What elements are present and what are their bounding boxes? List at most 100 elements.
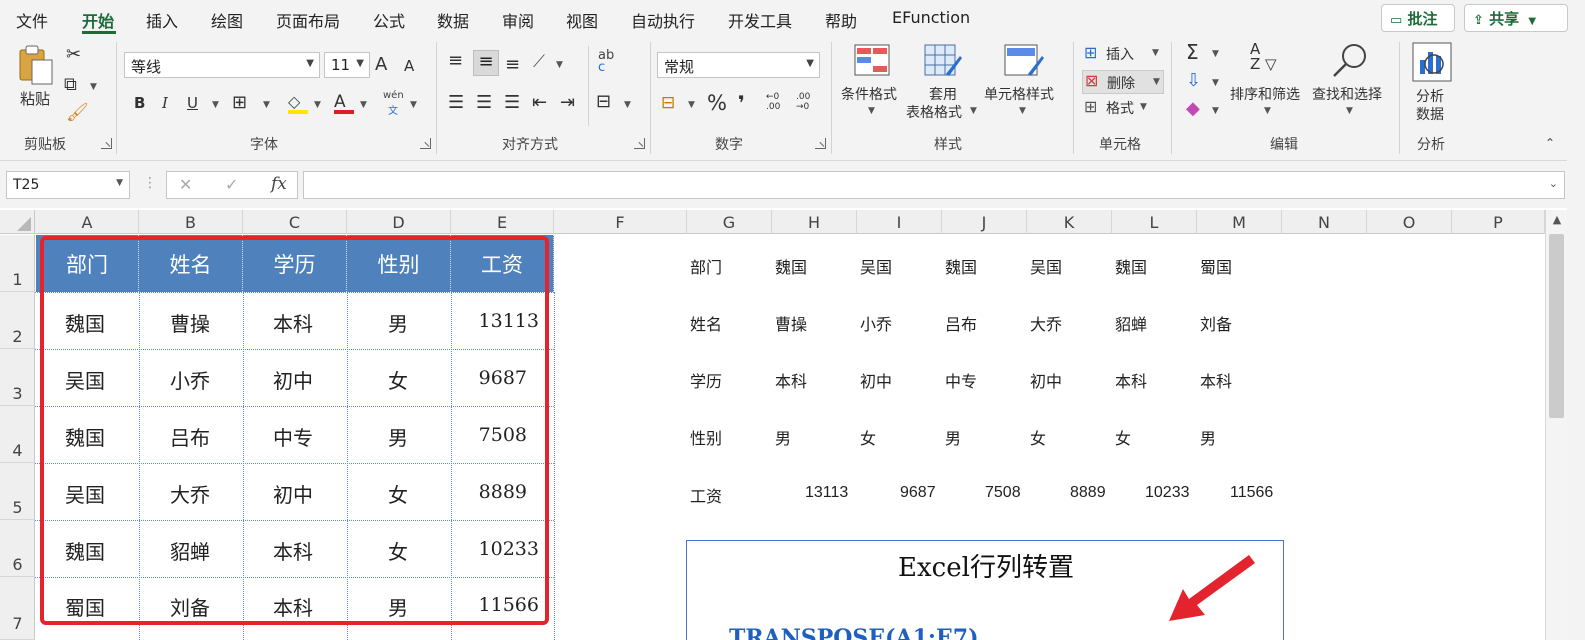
- menu-home[interactable]: 开始: [82, 8, 114, 32]
- comma-icon[interactable]: ❜: [738, 91, 745, 115]
- analyze-data-button[interactable]: 分析 数据: [1410, 42, 1456, 128]
- transposed-cell[interactable]: 女: [1030, 425, 1046, 449]
- sort-filter-button[interactable]: AZ ▽ 排序和筛选 ▼: [1230, 42, 1310, 128]
- phonetic-icon[interactable]: wén: [383, 90, 404, 101]
- chevron-down-icon[interactable]: ▼: [624, 100, 631, 110]
- menu-help[interactable]: 帮助: [825, 8, 857, 32]
- select-all-button[interactable]: [0, 210, 35, 234]
- number-format-select[interactable]: 常规 ▼: [657, 52, 820, 78]
- align-top-icon[interactable]: ≡: [448, 50, 463, 71]
- borders-icon[interactable]: ⊞: [232, 92, 247, 113]
- decrease-decimal-icon[interactable]: .00 →0: [796, 92, 810, 112]
- chevron-down-icon[interactable]: ▼: [263, 100, 270, 110]
- transposed-cell[interactable]: 10233: [1145, 484, 1190, 502]
- column-header-a[interactable]: A: [36, 210, 139, 234]
- transposed-cell[interactable]: 魏国: [945, 254, 977, 278]
- transposed-cell[interactable]: 部门: [690, 254, 722, 278]
- row-header-3[interactable]: 3: [0, 349, 35, 406]
- delete-cells-button[interactable]: ⊠ 删除 ▼: [1082, 70, 1164, 94]
- transposed-cell[interactable]: 7508: [985, 484, 1021, 502]
- underline-button[interactable]: U: [187, 94, 198, 112]
- column-header-l[interactable]: L: [1112, 210, 1197, 234]
- insert-function-icon[interactable]: fx: [271, 174, 287, 194]
- increase-decimal-icon[interactable]: ←0.00: [766, 92, 780, 112]
- percent-icon[interactable]: %: [707, 91, 727, 115]
- italic-button[interactable]: I: [162, 94, 168, 112]
- transposed-cell[interactable]: 姓名: [690, 311, 722, 335]
- transposed-cell[interactable]: 男: [945, 425, 961, 449]
- column-header-m[interactable]: M: [1197, 210, 1282, 234]
- menu-developer[interactable]: 开发工具: [728, 8, 792, 32]
- align-middle-icon[interactable]: ≡: [473, 50, 499, 76]
- format-painter-icon[interactable]: 🖌: [66, 102, 89, 123]
- clear-icon[interactable]: ◆: [1186, 98, 1200, 119]
- merge-center-icon[interactable]: ⊟: [596, 91, 611, 112]
- transposed-cell[interactable]: 曹操: [775, 311, 807, 335]
- chevron-down-icon[interactable]: ▼: [314, 100, 321, 110]
- chevron-down-icon[interactable]: ▼: [1212, 49, 1219, 59]
- chevron-down-icon[interactable]: ▼: [1212, 106, 1219, 116]
- decrease-indent-icon[interactable]: ⇤: [532, 92, 547, 113]
- menu-draw[interactable]: 绘图: [211, 8, 243, 32]
- transposed-cell[interactable]: 本科: [1200, 368, 1232, 392]
- worksheet-grid[interactable]: 部门 姓名 学历 性别 工资 魏国 曹操 本科 男 13113 吴国 小乔 初中…: [35, 235, 1545, 640]
- insert-cells-button[interactable]: ⊞ 插入 ▼: [1082, 43, 1164, 66]
- column-header-c[interactable]: C: [243, 210, 347, 234]
- format-as-table-button[interactable]: 套用 表格格式 ▼: [906, 42, 982, 128]
- transposed-cell[interactable]: 9687: [900, 484, 936, 502]
- transposed-cell[interactable]: 大乔: [1030, 311, 1062, 335]
- fill-color-icon[interactable]: ◇: [288, 92, 308, 114]
- font-size-select[interactable]: 11 ▼: [324, 52, 370, 78]
- share-button[interactable]: ⇪ 共享 ▼: [1464, 4, 1568, 32]
- vertical-scrollbar[interactable]: ▲: [1545, 210, 1567, 640]
- column-header-e[interactable]: E: [451, 210, 554, 234]
- font-launcher-icon[interactable]: [420, 138, 431, 149]
- format-cells-button[interactable]: ⊞ 格式 ▼: [1082, 97, 1164, 120]
- transposed-cell[interactable]: 刘备: [1200, 311, 1232, 335]
- row-header-7[interactable]: 7: [0, 577, 35, 640]
- transposed-cell[interactable]: 8889: [1070, 484, 1106, 502]
- row-header-2[interactable]: 2: [0, 292, 35, 349]
- bold-button[interactable]: B: [134, 94, 145, 112]
- chevron-down-icon[interactable]: ▼: [410, 100, 417, 110]
- number-launcher-icon[interactable]: [815, 138, 826, 149]
- paste-button[interactable]: 粘贴: [14, 42, 58, 122]
- column-header-p[interactable]: P: [1452, 210, 1545, 234]
- column-header-k[interactable]: K: [1027, 210, 1112, 234]
- chevron-down-icon[interactable]: ▼: [90, 82, 97, 92]
- find-select-button[interactable]: 查找和选择 ▼: [1310, 42, 1392, 128]
- menu-insert[interactable]: 插入: [146, 8, 178, 32]
- transposed-cell[interactable]: 吕布: [945, 311, 977, 335]
- transposed-cell[interactable]: 学历: [690, 368, 722, 392]
- transposed-cell[interactable]: 吴国: [1030, 254, 1062, 278]
- align-left-icon[interactable]: ☰: [448, 92, 464, 113]
- transposed-cell[interactable]: 男: [1200, 425, 1216, 449]
- scroll-up-icon[interactable]: ▲: [1546, 210, 1568, 232]
- formula-input[interactable]: ⌄: [303, 171, 1565, 199]
- clipboard-launcher-icon[interactable]: [101, 138, 112, 149]
- transposed-cell[interactable]: 貂蝉: [1115, 311, 1147, 335]
- chevron-down-icon[interactable]: ▼: [212, 100, 219, 110]
- align-center-icon[interactable]: ☰: [476, 92, 492, 113]
- wrap-text-icon[interactable]: ab c: [598, 49, 622, 80]
- transposed-cell[interactable]: 女: [1115, 425, 1131, 449]
- column-header-n[interactable]: N: [1282, 210, 1367, 234]
- transposed-cell[interactable]: 女: [860, 425, 876, 449]
- transposed-cell[interactable]: 本科: [1115, 368, 1147, 392]
- orientation-icon[interactable]: ⟋: [533, 52, 545, 72]
- row-header-1[interactable]: 1: [0, 235, 35, 292]
- menu-page-layout[interactable]: 页面布局: [276, 8, 340, 32]
- chevron-down-icon[interactable]: ▼: [688, 100, 695, 110]
- menu-review[interactable]: 审阅: [502, 8, 534, 32]
- transposed-cell[interactable]: 中专: [945, 368, 977, 392]
- font-name-select[interactable]: 等线 ▼: [124, 52, 320, 78]
- transposed-cell[interactable]: 性别: [690, 425, 722, 449]
- increase-indent-icon[interactable]: ⇥: [560, 92, 575, 113]
- fill-icon[interactable]: ⇩: [1186, 70, 1201, 91]
- cut-icon[interactable]: ✂: [66, 44, 81, 65]
- name-box[interactable]: T25 ▼: [6, 171, 130, 199]
- comments-button[interactable]: ▭ 批注: [1381, 4, 1455, 32]
- transposed-cell[interactable]: 小乔: [860, 311, 892, 335]
- chevron-down-icon[interactable]: ▼: [1212, 78, 1219, 88]
- menu-file[interactable]: 文件: [16, 8, 48, 32]
